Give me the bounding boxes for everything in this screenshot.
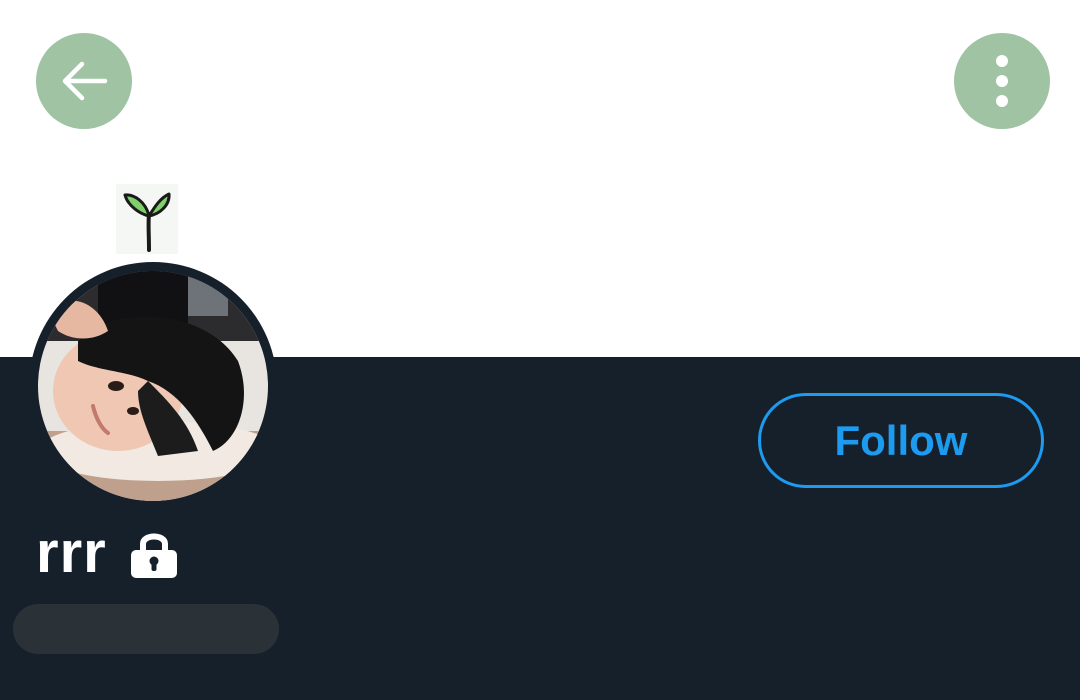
arrow-left-icon	[62, 61, 108, 101]
back-button[interactable]	[36, 33, 132, 129]
lock-icon	[130, 533, 177, 578]
more-vertical-icon	[996, 55, 1008, 107]
avatar-border	[29, 262, 277, 510]
name-row: rrr	[36, 518, 179, 588]
follow-button[interactable]: Follow	[758, 393, 1044, 488]
avatar[interactable]	[38, 271, 268, 501]
display-name: rrr	[36, 520, 107, 585]
sprout-icon	[116, 184, 178, 254]
username-placeholder	[13, 604, 279, 654]
more-options-button[interactable]	[954, 33, 1050, 129]
